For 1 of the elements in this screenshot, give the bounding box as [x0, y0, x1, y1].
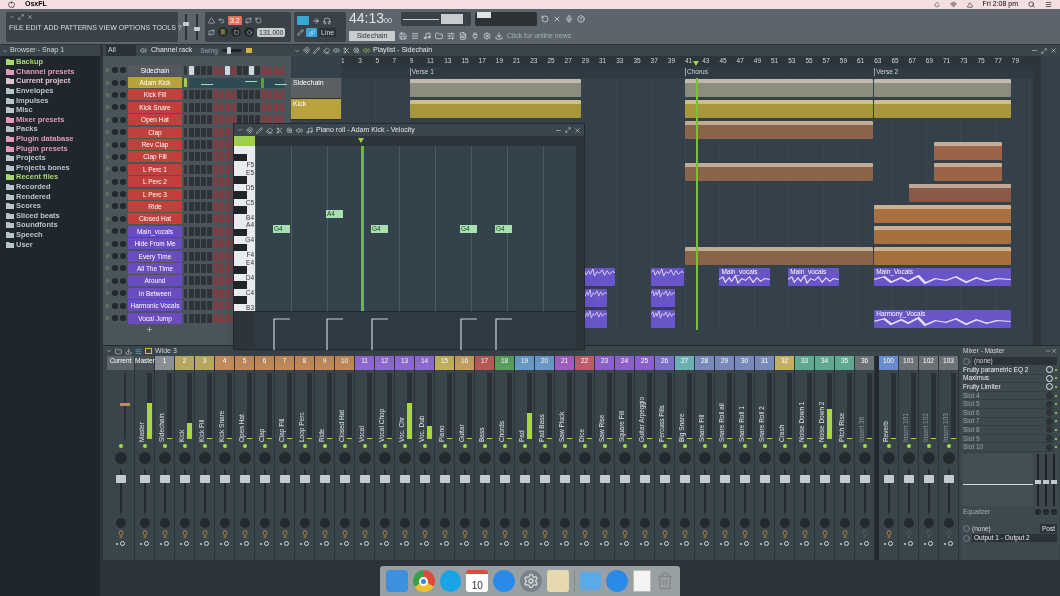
calendar-icon[interactable]: 10 [466, 570, 489, 592]
